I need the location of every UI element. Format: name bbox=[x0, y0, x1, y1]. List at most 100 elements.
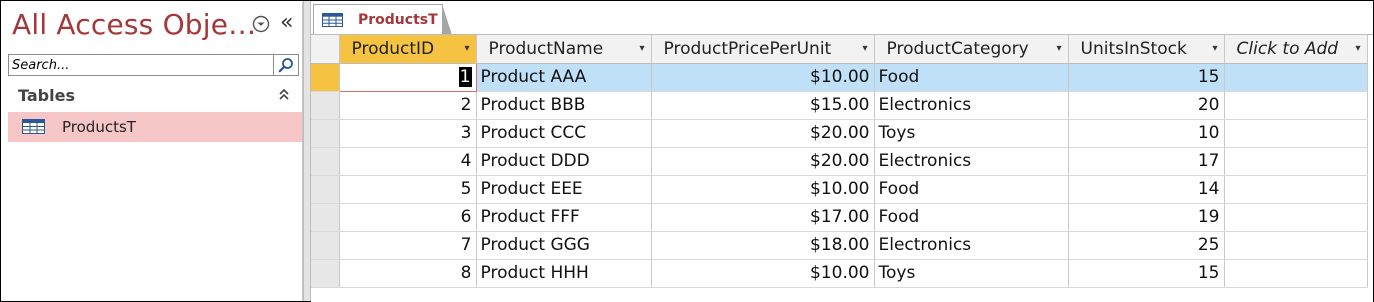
cell-stock[interactable]: 17 bbox=[1068, 147, 1225, 176]
datasheet: ProductID ▾ ProductName ▾ ProductPricePerU… bbox=[311, 34, 1373, 302]
cell-productname[interactable]: Product BBB bbox=[476, 91, 652, 120]
nav-pane-title[interactable]: All Access Obje… bbox=[12, 8, 256, 41]
cell-price[interactable]: $10.00 bbox=[651, 63, 875, 92]
cell-price[interactable]: $10.00 bbox=[651, 175, 875, 204]
record-selector[interactable] bbox=[311, 91, 340, 120]
record-selector[interactable] bbox=[311, 147, 340, 176]
cell-category[interactable]: Toys bbox=[874, 259, 1069, 288]
column-dropdown-icon[interactable]: ▾ bbox=[1056, 43, 1061, 54]
column-dropdown-icon[interactable]: ▾ bbox=[1355, 43, 1360, 54]
cell-click-to-add[interactable] bbox=[1224, 63, 1368, 92]
column-header-productname[interactable]: ProductName ▾ bbox=[476, 35, 652, 64]
cell-price[interactable]: $20.00 bbox=[651, 147, 875, 176]
cell-click-to-add[interactable] bbox=[1224, 231, 1368, 260]
record-selector[interactable] bbox=[311, 231, 340, 260]
cell-productid[interactable]: 2 bbox=[339, 91, 477, 120]
pane-splitter[interactable] bbox=[303, 1, 311, 301]
cell-price[interactable]: $17.00 bbox=[651, 203, 875, 232]
record-selector[interactable] bbox=[311, 259, 340, 288]
cell-productid[interactable]: 1 bbox=[338, 62, 477, 92]
cell-productname[interactable]: Product AAA bbox=[476, 63, 652, 92]
column-header-label: UnitsInStock bbox=[1080, 38, 1187, 59]
cell-productid[interactable]: 3 bbox=[339, 119, 477, 148]
cell-click-to-add[interactable] bbox=[1224, 175, 1368, 204]
record-selector[interactable] bbox=[311, 119, 340, 148]
column-dropdown-icon[interactable]: ▾ bbox=[1212, 43, 1217, 54]
column-header-productcategory[interactable]: ProductCategory ▾ bbox=[874, 35, 1069, 64]
cell-stock[interactable]: 15 bbox=[1068, 63, 1225, 92]
cell-stock[interactable]: 15 bbox=[1068, 259, 1225, 288]
table-row[interactable]: 7 Product GGG $18.00 Electronics 25 bbox=[311, 231, 1368, 260]
cell-category[interactable]: Toys bbox=[874, 119, 1069, 148]
cell-productid[interactable]: 8 bbox=[339, 259, 477, 288]
cell-click-to-add[interactable] bbox=[1224, 91, 1368, 120]
dropdown-circle-icon[interactable] bbox=[252, 15, 270, 33]
table-row[interactable]: 6 Product FFF $17.00 Food 19 bbox=[311, 203, 1368, 232]
cell-click-to-add[interactable] bbox=[1224, 119, 1368, 148]
record-selector[interactable] bbox=[311, 175, 340, 204]
column-header-label: ProductName bbox=[488, 38, 604, 59]
column-dropdown-icon[interactable]: ▾ bbox=[862, 43, 867, 54]
column-dropdown-icon[interactable]: ▾ bbox=[464, 43, 469, 54]
cell-category[interactable]: Electronics bbox=[874, 231, 1069, 260]
search-box bbox=[8, 54, 299, 76]
cell-price[interactable]: $10.00 bbox=[651, 259, 875, 288]
cell-stock[interactable]: 14 bbox=[1068, 175, 1225, 204]
table-row[interactable]: 2 Product BBB $15.00 Electronics 20 bbox=[311, 91, 1368, 120]
search-input[interactable] bbox=[9, 55, 279, 75]
cell-productid[interactable]: 6 bbox=[339, 203, 477, 232]
cell-productid[interactable]: 4 bbox=[339, 147, 477, 176]
header-row: ProductID ▾ ProductName ▾ ProductPricePerU… bbox=[311, 35, 1368, 64]
column-header-label: ProductID bbox=[351, 38, 435, 59]
column-header-label: ProductCategory bbox=[886, 38, 1029, 59]
cell-productid[interactable]: 5 bbox=[339, 175, 477, 204]
table-icon bbox=[322, 12, 344, 28]
cell-category[interactable]: Electronics bbox=[874, 147, 1069, 176]
nav-item-label: ProductsT bbox=[62, 118, 136, 136]
cell-category[interactable]: Food bbox=[874, 175, 1069, 204]
cell-click-to-add[interactable] bbox=[1224, 203, 1368, 232]
column-header-unitsinstock[interactable]: UnitsInStock ▾ bbox=[1068, 35, 1225, 64]
chevron-up-icon[interactable] bbox=[278, 88, 290, 106]
cell-productname[interactable]: Product EEE bbox=[476, 175, 652, 204]
cell-click-to-add[interactable] bbox=[1224, 259, 1368, 288]
cell-stock[interactable]: 20 bbox=[1068, 91, 1225, 120]
cell-stock[interactable]: 19 bbox=[1068, 203, 1225, 232]
access-window: All Access Obje… « Tables bbox=[0, 0, 1374, 302]
collapse-pane-icon[interactable]: « bbox=[280, 10, 293, 35]
record-selector[interactable] bbox=[311, 203, 340, 232]
cell-price[interactable]: $20.00 bbox=[651, 119, 875, 148]
cell-productname[interactable]: Product CCC bbox=[476, 119, 652, 148]
column-dropdown-icon[interactable]: ▾ bbox=[639, 43, 644, 54]
search-icon[interactable] bbox=[273, 55, 298, 75]
cell-productid[interactable]: 7 bbox=[339, 231, 477, 260]
cell-productname[interactable]: Product FFF bbox=[476, 203, 652, 232]
tab-productst[interactable]: ProductsT bbox=[313, 4, 452, 35]
table-row[interactable]: 5 Product EEE $10.00 Food 14 bbox=[311, 175, 1368, 204]
select-all-corner[interactable] bbox=[311, 35, 340, 64]
cell-click-to-add[interactable] bbox=[1224, 147, 1368, 176]
table-row[interactable]: 4 Product DDD $20.00 Electronics 17 bbox=[311, 147, 1368, 176]
tab-label: ProductsT bbox=[358, 12, 438, 28]
column-header-productpriceperunit[interactable]: ProductPricePerUnit ▾ bbox=[651, 35, 875, 64]
cell-category[interactable]: Food bbox=[874, 63, 1069, 92]
record-selector[interactable] bbox=[311, 63, 340, 92]
cell-stock[interactable]: 10 bbox=[1068, 119, 1225, 148]
cell-category[interactable]: Electronics bbox=[874, 91, 1069, 120]
tables-group-header[interactable]: Tables bbox=[8, 84, 298, 108]
column-header-click-to-add[interactable]: Click to Add ▾ bbox=[1224, 35, 1368, 64]
cell-productname[interactable]: Product DDD bbox=[476, 147, 652, 176]
column-header-productid[interactable]: ProductID ▾ bbox=[339, 35, 477, 64]
table-row[interactable]: 3 Product CCC $20.00 Toys 10 bbox=[311, 119, 1368, 148]
datasheet-table: ProductID ▾ ProductName ▾ ProductPricePerU… bbox=[311, 35, 1368, 288]
cell-productname[interactable]: Product HHH bbox=[476, 259, 652, 288]
cell-category[interactable]: Food bbox=[874, 203, 1069, 232]
cell-productname[interactable]: Product GGG bbox=[476, 231, 652, 260]
cell-stock[interactable]: 25 bbox=[1068, 231, 1225, 260]
nav-item-productst[interactable]: ProductsT bbox=[8, 112, 302, 142]
group-label: Tables bbox=[18, 86, 75, 105]
table-row[interactable]: 1 Product AAA $10.00 Food 15 bbox=[311, 62, 1368, 92]
cell-price[interactable]: $15.00 bbox=[651, 91, 875, 120]
cell-price[interactable]: $18.00 bbox=[651, 231, 875, 260]
table-row[interactable]: 8 Product HHH $10.00 Toys 15 bbox=[311, 259, 1368, 288]
